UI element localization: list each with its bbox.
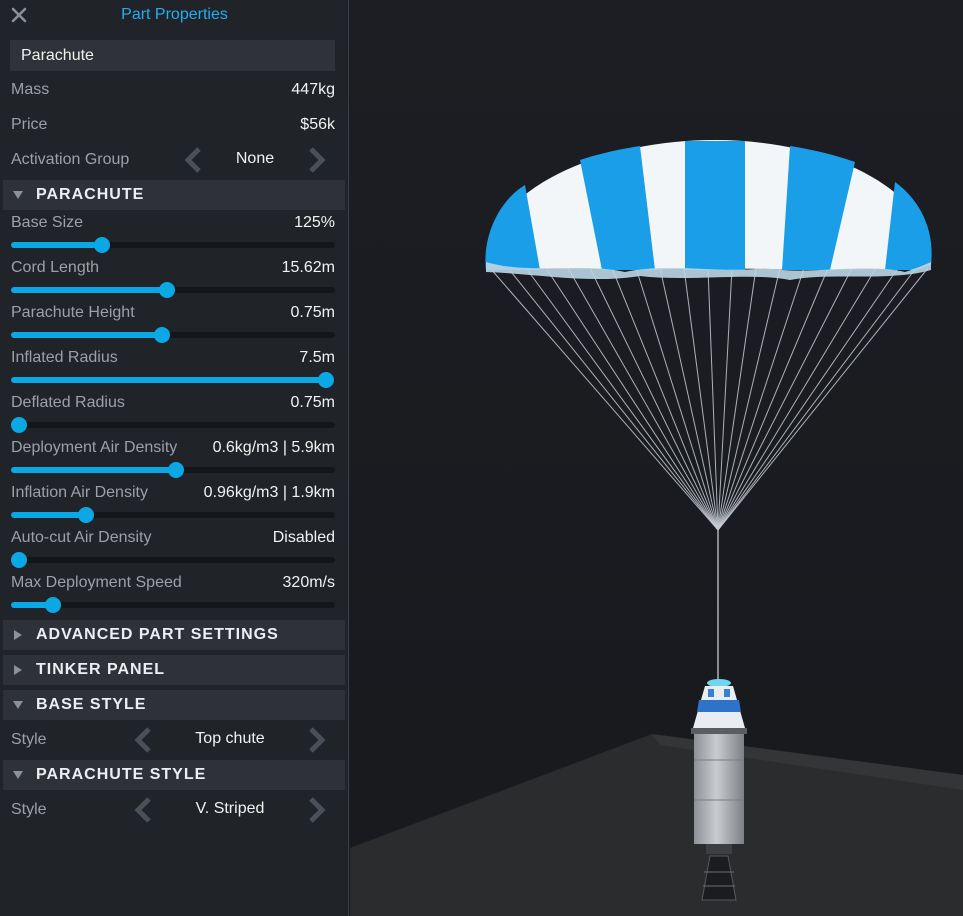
activation-group-label: Activation Group <box>11 151 130 168</box>
max-deployment-speed-label: Max Deployment Speed <box>11 574 182 591</box>
section-base-style-label: BASE STYLE <box>36 696 147 713</box>
parachute-style-value: V. Striped <box>195 800 265 817</box>
activation-group-value: None <box>235 150 275 167</box>
slider-fill <box>11 512 86 518</box>
panel-titlebar: Part Properties <box>0 0 349 30</box>
section-base-style[interactable]: BASE STYLE <box>3 690 345 720</box>
slider-fill <box>11 332 162 338</box>
cord-length-value: 15.62m <box>281 259 335 276</box>
deployment-air-density-row: Deployment Air Density 0.6kg/m3 | 5.9km <box>11 439 335 461</box>
cord-length-slider[interactable] <box>11 282 335 298</box>
max-deployment-speed-row: Max Deployment Speed 320m/s <box>11 574 335 596</box>
base-size-value: 125% <box>294 214 335 231</box>
parachute-height-value: 0.75m <box>290 304 335 321</box>
base-style-label: Style <box>11 731 47 748</box>
max-deployment-speed-value: 320m/s <box>282 574 335 591</box>
section-parachute[interactable]: PARACHUTE <box>3 180 345 210</box>
parachute-height-label: Parachute Height <box>11 304 135 321</box>
section-advanced-label: ADVANCED PART SETTINGS <box>36 626 279 643</box>
inflation-air-density-row: Inflation Air Density 0.96kg/m3 | 1.9km <box>11 484 335 506</box>
chevron-left-icon[interactable] <box>132 727 156 753</box>
chevron-left-icon[interactable] <box>132 797 156 823</box>
section-parachute-style-label: PARACHUTE STYLE <box>36 766 207 783</box>
chevron-right-icon[interactable] <box>304 797 328 823</box>
base-size-label: Base Size <box>11 214 84 231</box>
slider-fill <box>11 287 167 293</box>
slider-track[interactable] <box>11 422 335 428</box>
slider-fill <box>11 467 177 473</box>
deployment-air-density-slider[interactable] <box>11 462 335 478</box>
inflation-air-density-label: Inflation Air Density <box>11 484 148 501</box>
slider-fill <box>11 377 326 383</box>
slider-fill <box>11 242 102 248</box>
parachute-style-label: Style <box>11 801 47 818</box>
base-size-slider[interactable] <box>11 237 335 253</box>
slider-track[interactable] <box>11 557 335 563</box>
inflated-radius-label: Inflated Radius <box>11 349 118 366</box>
mass-value: 447kg <box>291 81 335 98</box>
slider-handle[interactable] <box>168 462 185 478</box>
inflation-air-density-slider[interactable] <box>11 507 335 523</box>
triangle-down-icon <box>13 771 23 779</box>
slider-handle[interactable] <box>93 237 110 253</box>
base-size-row: Base Size 125% <box>11 214 335 236</box>
inflation-air-density-value: 0.96kg/m3 | 1.9km <box>203 484 335 501</box>
slider-handle[interactable] <box>45 597 62 613</box>
triangle-right-icon <box>14 630 22 640</box>
triangle-down-icon <box>13 191 23 199</box>
fuel-tank <box>694 734 744 844</box>
deflated-radius-label: Deflated Radius <box>11 394 125 411</box>
section-parachute-label: PARACHUTE <box>36 186 145 203</box>
inflated-radius-slider[interactable] <box>11 372 335 388</box>
section-parachute-style[interactable]: PARACHUTE STYLE <box>3 760 345 790</box>
inflated-radius-value: 7.5m <box>299 349 335 366</box>
parachute-height-row: Parachute Height 0.75m <box>11 304 335 326</box>
section-tinker-panel[interactable]: TINKER PANEL <box>3 655 345 685</box>
slider-handle[interactable] <box>11 552 27 568</box>
mass-label: Mass <box>11 81 50 98</box>
chevron-right-icon[interactable] <box>304 727 328 753</box>
auto-cut-air-density-label: Auto-cut Air Density <box>11 529 152 546</box>
slider-handle[interactable] <box>11 417 27 433</box>
base-style-selector[interactable]: Top chute <box>130 725 330 755</box>
auto-cut-air-density-slider[interactable] <box>11 552 335 568</box>
section-tinker-label: TINKER PANEL <box>36 661 166 678</box>
slider-handle[interactable] <box>318 372 334 388</box>
triangle-down-icon <box>13 701 23 709</box>
price-row: Price $56k <box>11 116 335 138</box>
slider-handle[interactable] <box>158 282 175 298</box>
panel-title: Part Properties <box>121 6 228 23</box>
cord-length-row: Cord Length 15.62m <box>11 259 335 281</box>
deployment-air-density-value: 0.6kg/m3 | 5.9km <box>212 439 335 456</box>
auto-cut-air-density-value: Disabled <box>272 529 335 546</box>
chevron-left-icon[interactable] <box>182 147 206 173</box>
base-style-value: Top chute <box>195 730 265 747</box>
price-value: $56k <box>300 116 335 133</box>
deflated-radius-value: 0.75m <box>290 394 335 411</box>
part-name-field[interactable]: Parachute <box>10 40 335 71</box>
price-label: Price <box>11 116 48 133</box>
mass-row: Mass 447kg <box>11 81 335 103</box>
deployment-air-density-label: Deployment Air Density <box>11 439 178 456</box>
viewport-3d[interactable] <box>350 0 963 916</box>
parachute-style-selector[interactable]: V. Striped <box>130 795 330 825</box>
triangle-right-icon <box>14 665 22 675</box>
max-deployment-speed-slider[interactable] <box>11 597 335 613</box>
slider-handle[interactable] <box>153 327 170 343</box>
deflated-radius-row: Deflated Radius 0.75m <box>11 394 335 416</box>
cord-length-label: Cord Length <box>11 259 100 276</box>
chevron-right-icon[interactable] <box>304 147 328 173</box>
auto-cut-air-density-row: Auto-cut Air Density Disabled <box>11 529 335 551</box>
activation-group-selector[interactable]: None <box>180 145 330 175</box>
section-advanced-part-settings[interactable]: ADVANCED PART SETTINGS <box>3 620 345 650</box>
inflated-radius-row: Inflated Radius 7.5m <box>11 349 335 371</box>
part-properties-panel: Part Properties Parachute Mass 447kg Pri… <box>0 0 349 916</box>
parachute-height-slider[interactable] <box>11 327 335 343</box>
deflated-radius-slider[interactable] <box>11 417 335 433</box>
slider-handle[interactable] <box>77 507 94 523</box>
